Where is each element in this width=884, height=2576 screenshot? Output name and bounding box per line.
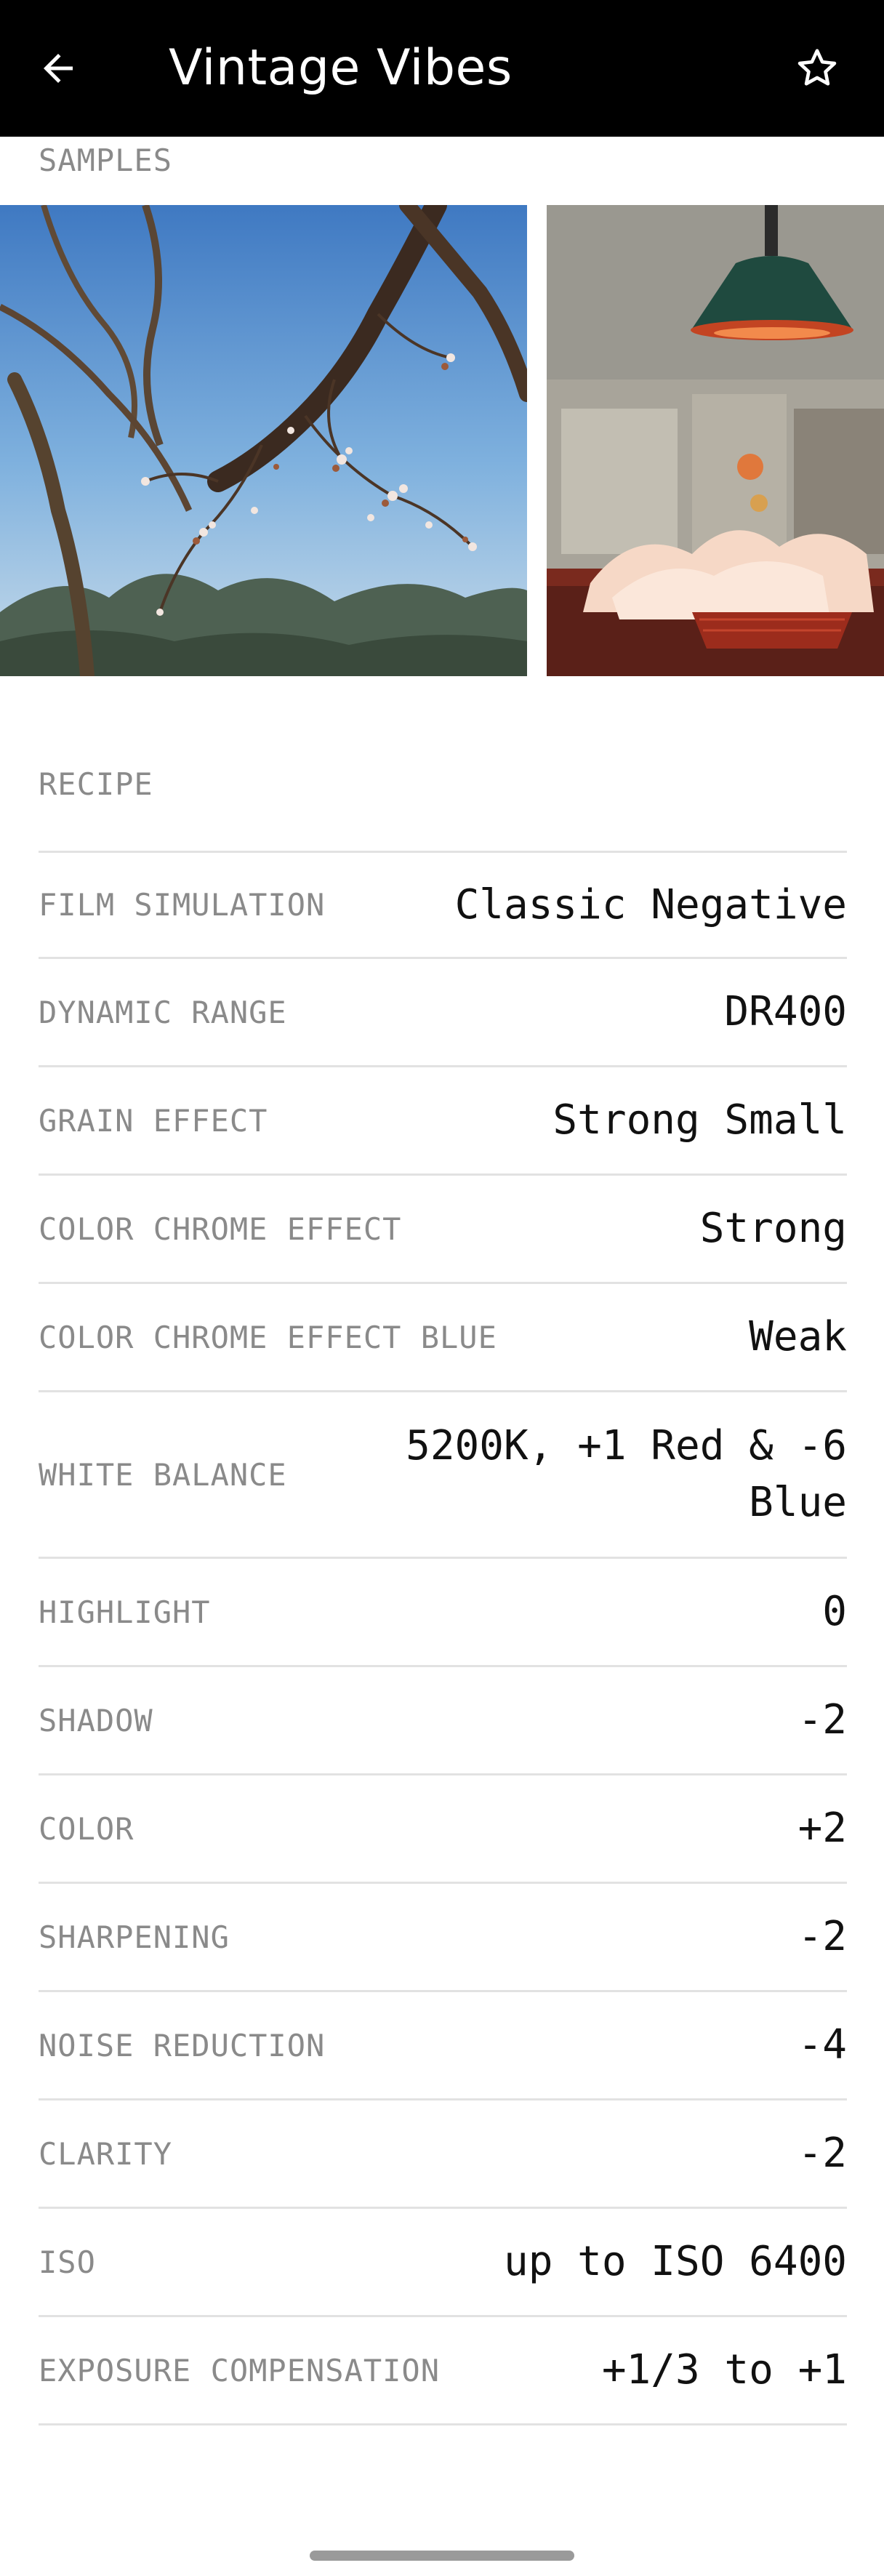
samples-section-label: SAMPLES xyxy=(39,143,173,178)
recipe-value: up to ISO 6400 xyxy=(503,2238,847,2285)
recipe-key: ISO xyxy=(39,2244,96,2280)
recipe-section-label: RECIPE xyxy=(39,766,153,802)
recipe-row-color: COLOR +2 xyxy=(39,1775,847,1884)
recipe-key: COLOR CHROME EFFECT xyxy=(39,1211,402,1247)
recipe-row-color-chrome-effect: COLOR CHROME EFFECT Strong xyxy=(39,1176,847,1284)
recipe-table: FILM SIMULATION Classic Negative DYNAMIC… xyxy=(39,851,847,2425)
favorite-button[interactable] xyxy=(785,36,849,100)
recipe-key: COLOR CHROME EFFECT BLUE xyxy=(39,1319,497,1355)
recipe-row-iso: ISO up to ISO 6400 xyxy=(39,2209,847,2317)
samples-carousel[interactable] xyxy=(0,205,884,676)
recipe-key: WHITE BALANCE xyxy=(39,1456,287,1493)
recipe-key: FILM SIMULATION xyxy=(39,887,326,923)
recipe-key: DYNAMIC RANGE xyxy=(39,994,287,1030)
sample-image-kitchen-lamp[interactable] xyxy=(547,205,884,676)
recipe-key: HIGHLIGHT xyxy=(39,1594,211,1630)
recipe-detail-screen: Vintage Vibes SAMPLES RECIPE FILM SIMULA… xyxy=(0,0,884,2576)
recipe-key: SHADOW xyxy=(39,1702,153,1738)
star-outline-icon xyxy=(797,49,837,86)
recipe-value: -2 xyxy=(797,1913,847,1960)
arrow-left-icon xyxy=(44,54,73,83)
recipe-value: Classic Negative xyxy=(454,880,847,928)
recipe-row-dynamic-range: DYNAMIC RANGE DR400 xyxy=(39,959,847,1067)
recipe-key: SHARPENING xyxy=(39,1919,230,1955)
recipe-row-white-balance: WHITE BALANCE 5200K, +1 Red & -6 Blue xyxy=(39,1392,847,1559)
recipe-row-shadow: SHADOW -2 xyxy=(39,1667,847,1775)
back-button[interactable] xyxy=(26,36,90,100)
page-title: Vintage Vibes xyxy=(169,39,513,97)
recipe-row-sharpening: SHARPENING -2 xyxy=(39,1884,847,1992)
recipe-value: DR400 xyxy=(724,988,847,1035)
recipe-row-exposure-compensation: EXPOSURE COMPENSATION +1/3 to +1 xyxy=(39,2317,847,2425)
recipe-key: CLARITY xyxy=(39,2135,173,2172)
recipe-value: 5200K, +1 Red & -6 Blue xyxy=(406,1422,847,1526)
recipe-value: +2 xyxy=(797,1805,847,1852)
sample-image-blossom-tree[interactable] xyxy=(0,205,527,676)
recipe-row-highlight: HIGHLIGHT 0 xyxy=(39,1559,847,1667)
recipe-value: Weak xyxy=(749,1313,847,1360)
recipe-row-color-chrome-effect-blue: COLOR CHROME EFFECT BLUE Weak xyxy=(39,1284,847,1392)
recipe-row-grain-effect: GRAIN EFFECT Strong Small xyxy=(39,1067,847,1176)
recipe-row-noise-reduction: NOISE REDUCTION -4 xyxy=(39,1992,847,2100)
recipe-value: +1/3 to +1 xyxy=(601,2346,847,2394)
recipe-key: COLOR xyxy=(39,1810,134,1847)
recipe-value: 0 xyxy=(822,1588,847,1635)
top-app-bar: Vintage Vibes xyxy=(0,0,884,137)
recipe-key: GRAIN EFFECT xyxy=(39,1102,268,1139)
recipe-value: -2 xyxy=(797,2130,847,2177)
gesture-navigation-bar[interactable] xyxy=(310,2551,574,2561)
recipe-value: -4 xyxy=(797,2021,847,2069)
recipe-value: Strong Small xyxy=(552,1096,847,1144)
recipe-row-film-simulation: FILM SIMULATION Classic Negative xyxy=(39,851,847,959)
recipe-row-clarity: CLARITY -2 xyxy=(39,2100,847,2209)
recipe-key: NOISE REDUCTION xyxy=(39,2027,326,2063)
recipe-value: -2 xyxy=(797,1696,847,1744)
recipe-key: EXPOSURE COMPENSATION xyxy=(39,2352,441,2388)
recipe-value: Strong xyxy=(699,1205,847,1252)
